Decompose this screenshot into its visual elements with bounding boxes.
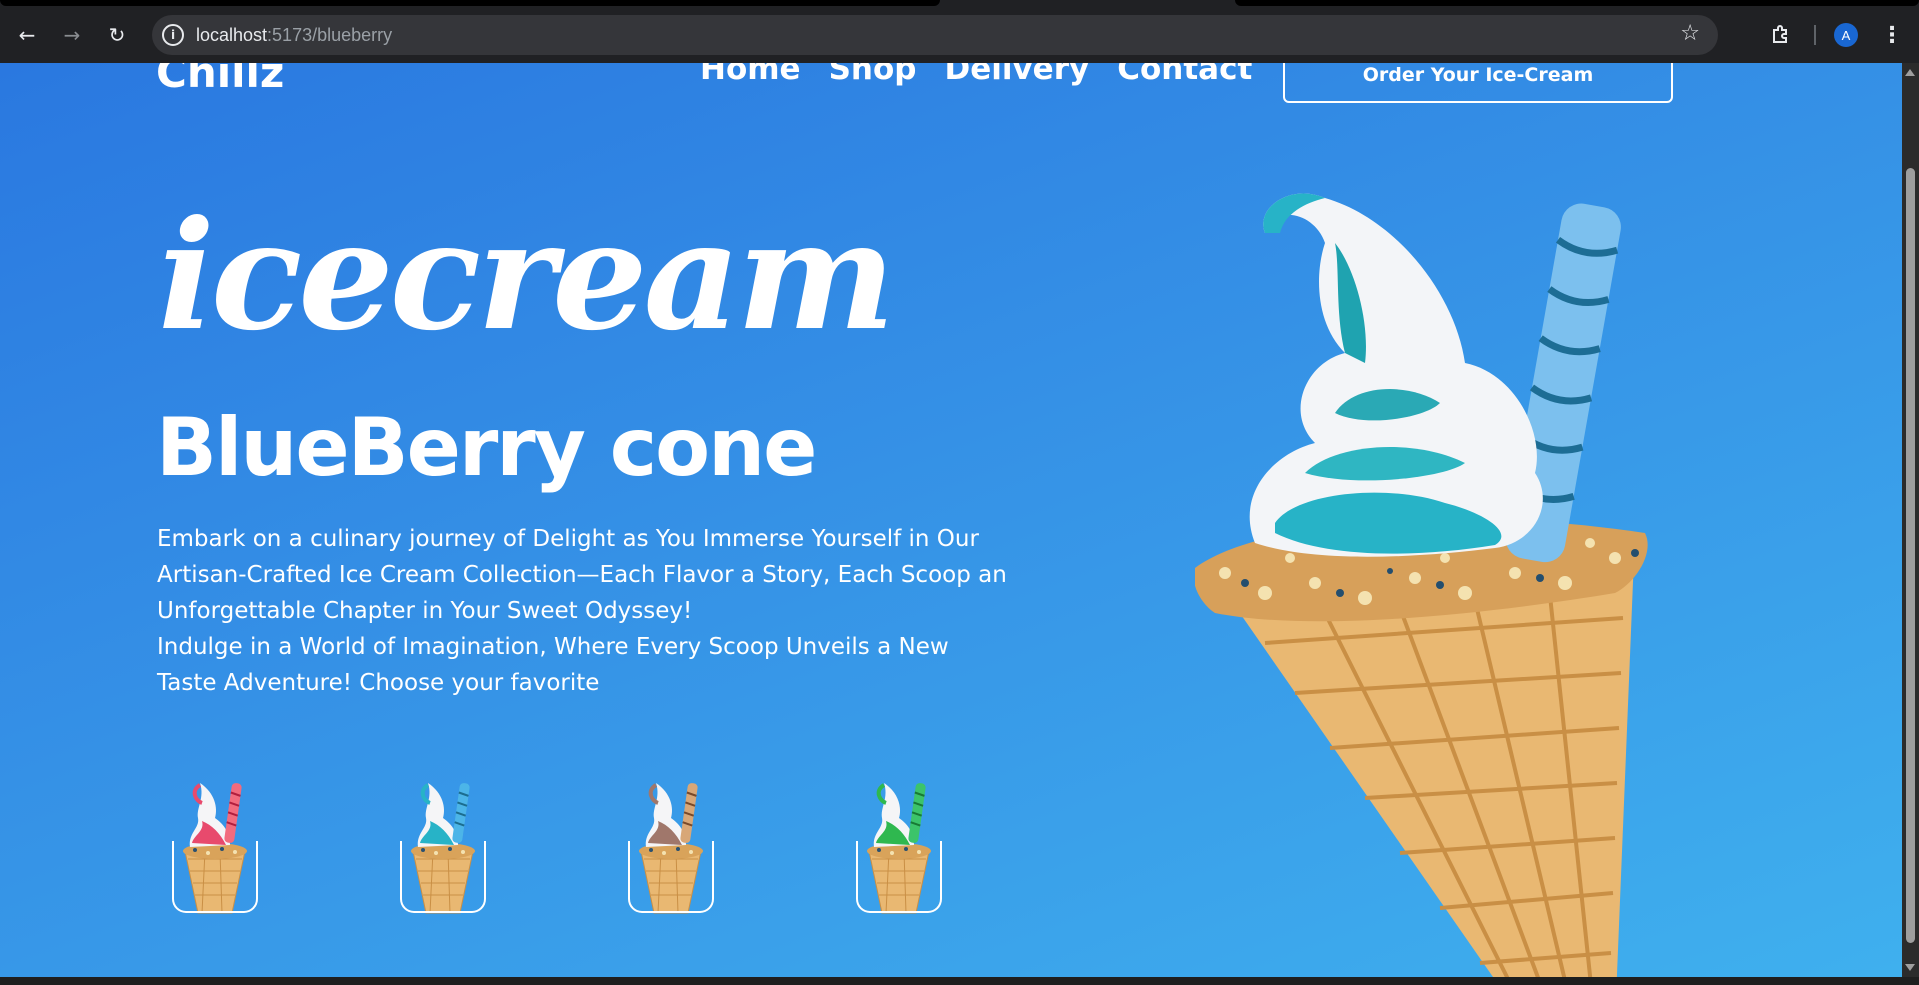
site-info-icon[interactable]: i (162, 24, 184, 46)
scroll-up-arrow-icon[interactable] (1905, 69, 1915, 76)
back-icon[interactable]: ← (12, 20, 42, 50)
site-logo[interactable]: Chillz (156, 63, 284, 97)
thumb-frame (856, 841, 942, 913)
hero-description-line-2: Indulge in a World of Imagination, Where… (157, 634, 949, 696)
flavor-thumb-strawberry[interactable] (160, 773, 270, 923)
order-icecream-button[interactable]: Order Your Ice-Cream (1283, 63, 1673, 103)
browser-toolbar: ← → ↻ i localhost:5173/blueberry ☆ A ⋮ (0, 0, 1919, 63)
flavor-thumb-chocolate[interactable] (616, 773, 726, 923)
scroll-down-arrow-icon[interactable] (1905, 964, 1915, 971)
hero-script-title: icecream (158, 188, 895, 364)
thumb-frame (628, 841, 714, 913)
extensions-icon[interactable] (1766, 20, 1796, 50)
thumb-frame (400, 841, 486, 913)
tab-strip-edge-right (1235, 0, 1919, 6)
hero-cone-image (1193, 173, 1695, 977)
toolbar-separator (1814, 25, 1816, 45)
url-host: localhost (196, 25, 268, 45)
bookmark-star-icon[interactable]: ☆ (1680, 21, 1700, 46)
url-text[interactable]: localhost:5173/blueberry (196, 25, 392, 46)
window-bottom-edge (0, 977, 1919, 985)
page-scrollbar[interactable] (1902, 63, 1919, 977)
url-path: :5173/blueberry (267, 25, 393, 45)
tab-strip-edge-left (0, 0, 940, 6)
nav-shop[interactable]: Shop (829, 63, 917, 87)
flavor-thumb-mint[interactable] (844, 773, 954, 923)
flavor-thumb-blueberry[interactable] (388, 773, 498, 923)
nav-contact[interactable]: Contact (1117, 63, 1252, 87)
nav-home[interactable]: Home (700, 63, 801, 87)
main-nav: Home Shop Delivery Contact (700, 63, 1252, 87)
address-bar[interactable]: i localhost:5173/blueberry ☆ (152, 15, 1718, 55)
reload-icon[interactable]: ↻ (102, 20, 132, 50)
hero-description-line-1: Embark on a culinary journey of Delight … (157, 526, 1007, 624)
scroll-thumb[interactable] (1906, 168, 1915, 943)
nav-delivery[interactable]: Delivery (944, 63, 1089, 87)
thumb-frame (172, 841, 258, 913)
forward-icon[interactable]: → (57, 20, 87, 50)
page-viewport: Chillz Home Shop Delivery Contact Order … (0, 63, 1902, 977)
browser-menu-icon[interactable]: ⋮ (1881, 20, 1903, 50)
profile-avatar[interactable]: A (1834, 23, 1858, 47)
hero-description: Embark on a culinary journey of Delight … (157, 521, 1012, 701)
hero-title: BlueBerry cone (156, 401, 817, 494)
